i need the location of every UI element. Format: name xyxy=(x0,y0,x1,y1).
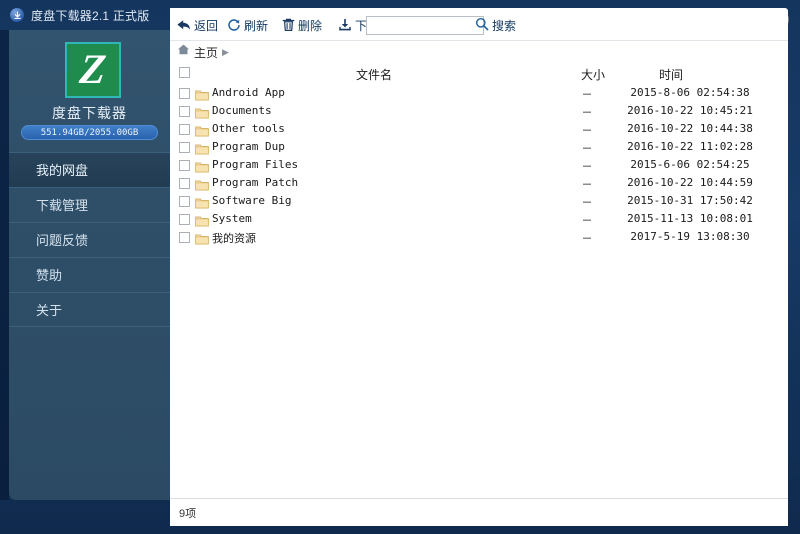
row-checkbox[interactable] xyxy=(179,106,190,117)
file-time: 2015-11-13 10:08:01 xyxy=(627,212,753,225)
app-window: 度盘下载器2.1 正式版 Z 度盘下载器 551.94GB/2055.00GB … xyxy=(0,0,800,534)
file-time: 2016-10-22 10:45:21 xyxy=(627,104,753,117)
column-header-time[interactable]: 时间 xyxy=(659,66,683,83)
sidebar-item-label: 下载管理 xyxy=(36,198,89,213)
file-name: Software Big xyxy=(212,194,292,207)
table-row[interactable]: Program Patch － 2016-10-22 10:44:59 xyxy=(170,175,788,193)
logo-letter: Z xyxy=(77,47,109,93)
item-count-label: 9项 xyxy=(179,507,197,520)
file-time: 2016-10-22 10:44:38 xyxy=(627,122,753,135)
back-arrow-icon xyxy=(176,18,191,32)
home-icon[interactable] xyxy=(177,43,190,61)
row-checkbox[interactable] xyxy=(179,124,190,135)
file-time: 2015-6-06 02:54:25 xyxy=(630,158,750,171)
storage-quota-bar: 551.94GB/2055.00GB xyxy=(21,125,158,140)
app-logo: Z xyxy=(65,42,121,98)
status-bar: 9项 xyxy=(170,498,788,526)
row-checkbox[interactable] xyxy=(179,178,190,189)
table-body: Android App － 2015-8-06 02:54:38 Documents －… xyxy=(170,85,788,247)
sidebar-item-feedback[interactable]: 问题反馈 xyxy=(9,222,170,257)
breadcrumb: 主页 ▶ xyxy=(170,41,788,63)
sidebar-nav: 我的网盘 下载管理 问题反馈 赞助 关于 xyxy=(9,152,170,327)
sidebar-item-my-netdisk[interactable]: 我的网盘 xyxy=(9,152,170,187)
refresh-button[interactable]: 刷新 xyxy=(227,15,268,35)
sidebar-item-download-manager[interactable]: 下载管理 xyxy=(9,187,170,222)
file-name: 我的资源 xyxy=(212,232,256,245)
file-name: Program Files xyxy=(212,158,299,171)
column-header-name[interactable]: 文件名 xyxy=(356,66,392,83)
window-title: 度盘下载器2.1 正式版 xyxy=(31,9,150,23)
column-header-size[interactable]: 大小 xyxy=(581,66,605,83)
table-row[interactable]: Program Files － 2015-6-06 02:54:25 xyxy=(170,157,788,175)
download-icon xyxy=(338,18,352,32)
row-checkbox[interactable] xyxy=(179,232,190,243)
file-size: － xyxy=(581,232,593,245)
table-row[interactable]: Program Dup － 2016-10-22 11:02:28 xyxy=(170,139,788,157)
table-row[interactable]: Documents － 2016-10-22 10:45:21 xyxy=(170,103,788,121)
sidebar: Z 度盘下载器 551.94GB/2055.00GB 我的网盘 下载管理 问题反… xyxy=(9,30,170,500)
sidebar-item-label: 我的网盘 xyxy=(36,163,89,178)
file-name: Android App xyxy=(212,86,285,99)
file-size: － xyxy=(581,88,593,101)
download-circle-icon xyxy=(10,8,24,22)
table-row[interactable]: Android App － 2015-8-06 02:54:38 xyxy=(170,85,788,103)
file-time: 2015-10-31 17:50:42 xyxy=(627,194,753,207)
row-checkbox[interactable] xyxy=(179,214,190,225)
back-button-label: 返回 xyxy=(194,18,219,33)
search-button[interactable]: 搜索 xyxy=(475,15,516,35)
file-name: Documents xyxy=(212,104,272,117)
file-size: － xyxy=(581,124,593,137)
row-checkbox[interactable] xyxy=(179,160,190,171)
file-size: － xyxy=(581,178,593,191)
file-table: 文件名 大小 时间 Android App － 2015-8-06 02:54:38… xyxy=(170,63,788,247)
row-checkbox[interactable] xyxy=(179,142,190,153)
content-panel: 返回 刷新 删除 搜索 主页 ▶ 文件名 大小 时间 Android App －… xyxy=(170,8,788,526)
delete-button-label: 删除 xyxy=(298,18,323,33)
file-size: － xyxy=(581,196,593,209)
file-size: － xyxy=(581,214,593,227)
row-checkbox[interactable] xyxy=(179,196,190,207)
file-time: 2016-10-22 10:44:59 xyxy=(627,176,753,189)
sidebar-item-label: 赞助 xyxy=(36,268,63,283)
file-time: 2015-8-06 02:54:38 xyxy=(630,86,750,99)
folder-icon xyxy=(195,232,209,250)
trash-icon xyxy=(282,18,295,32)
delete-button[interactable]: 删除 xyxy=(282,15,322,35)
table-row[interactable]: 我的资源 － 2017-5-19 13:08:30 xyxy=(170,229,788,247)
search-button-label: 搜索 xyxy=(492,18,517,33)
table-row[interactable]: Other tools － 2016-10-22 10:44:38 xyxy=(170,121,788,139)
file-name: Other tools xyxy=(212,122,285,135)
table-row[interactable]: System － 2015-11-13 10:08:01 xyxy=(170,211,788,229)
refresh-icon xyxy=(227,18,241,32)
file-size: － xyxy=(581,142,593,155)
search-input[interactable] xyxy=(366,15,484,35)
window-frame: 度盘下载器2.1 正式版 Z 度盘下载器 551.94GB/2055.00GB … xyxy=(0,0,790,526)
file-time: 2016-10-22 11:02:28 xyxy=(627,140,753,153)
left-edge-strip xyxy=(0,30,9,500)
search-icon xyxy=(475,17,489,34)
sidebar-item-label: 问题反馈 xyxy=(36,233,89,248)
sidebar-item-donate[interactable]: 赞助 xyxy=(9,257,170,292)
file-name: System xyxy=(212,212,252,225)
file-size: － xyxy=(581,106,593,119)
file-name: Program Patch xyxy=(212,176,299,189)
table-row[interactable]: Software Big － 2015-10-31 17:50:42 xyxy=(170,193,788,211)
breadcrumb-home[interactable]: 主页 xyxy=(194,44,218,61)
file-time: 2017-5-19 13:08:30 xyxy=(630,230,750,243)
search-field-wrapper xyxy=(366,15,484,35)
refresh-button-label: 刷新 xyxy=(244,18,269,33)
sidebar-item-label: 关于 xyxy=(36,303,63,318)
toolbar: 返回 刷新 删除 搜索 xyxy=(170,8,788,41)
select-all-checkbox[interactable] xyxy=(179,67,190,78)
row-checkbox[interactable] xyxy=(179,88,190,99)
back-button[interactable]: 返回 xyxy=(176,15,218,35)
file-size: － xyxy=(581,160,593,173)
table-header-row: 文件名 大小 时间 xyxy=(170,63,788,85)
app-name-label: 度盘下载器 xyxy=(52,105,127,121)
chevron-right-icon: ▶ xyxy=(222,46,229,57)
storage-quota-label: 551.94GB/2055.00GB xyxy=(40,127,139,138)
file-name: Program Dup xyxy=(212,140,285,153)
sidebar-item-about[interactable]: 关于 xyxy=(9,292,170,327)
